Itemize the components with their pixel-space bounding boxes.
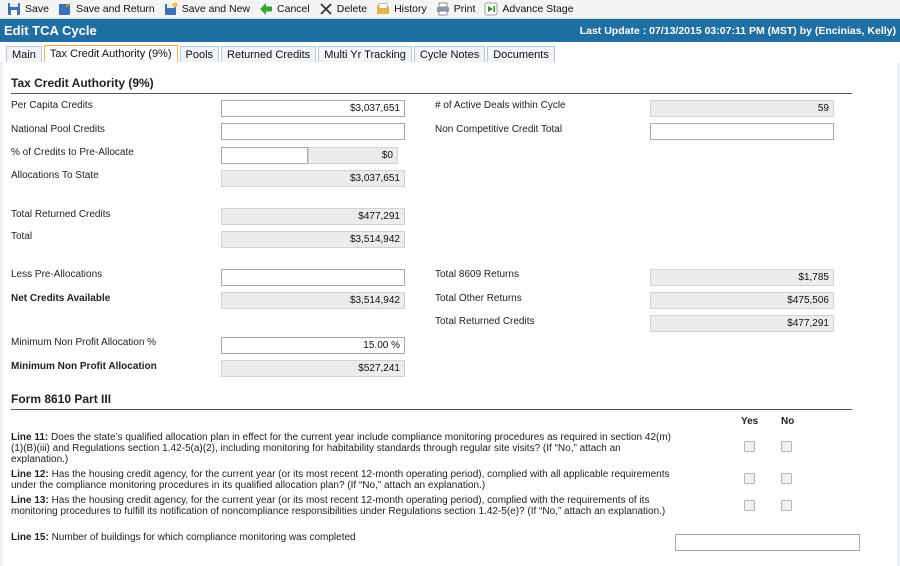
line12-text: Line 12: Has the housing credit agency, … <box>11 469 671 491</box>
forward-arrow-icon <box>484 2 498 16</box>
line15-question: Number of buildings for which compliance… <box>51 532 356 543</box>
floppy-disk-icon <box>7 2 21 16</box>
line15-text: Line 15: Number of buildings for which c… <box>11 532 671 543</box>
less-prealloc-input[interactable] <box>221 269 405 286</box>
min-np-label: Minimum Non Profit Allocation <box>11 361 157 372</box>
total-returned-right-label: Total Returned Credits <box>435 316 535 327</box>
form8610-section-title: Form 8610 Part III <box>11 392 112 406</box>
non-comp-input[interactable] <box>650 123 834 140</box>
line12-tag: Line 12: <box>11 469 49 480</box>
national-pool-label: National Pool Credits <box>11 124 105 135</box>
line15-tag: Line 15: <box>11 532 49 543</box>
tab-content: Tax Credit Authority (9%) Per Capita Cre… <box>0 62 900 566</box>
total-returned-label: Total Returned Credits <box>11 209 111 220</box>
x-icon <box>319 2 333 16</box>
line11-question: Does the state’s qualified allocation pl… <box>11 432 672 465</box>
line11-yes-checkbox[interactable] <box>744 441 755 452</box>
pct-preallocate-input[interactable] <box>221 147 308 164</box>
delete-button[interactable]: Delete <box>316 0 373 18</box>
save-button[interactable]: Save <box>4 0 55 18</box>
alloc-state-value: $3,037,651 <box>221 170 405 187</box>
printer-icon <box>436 2 450 16</box>
line11-no-checkbox[interactable] <box>781 441 792 452</box>
total-value: $3,514,942 <box>221 231 405 248</box>
tca-section-title: Tax Credit Authority (9%) <box>11 76 154 90</box>
pct-preallocate-amount: $0 <box>308 147 398 164</box>
advance-stage-button[interactable]: Advance Stage <box>481 0 579 18</box>
save-label: Save <box>25 3 49 15</box>
min-np-pct-label: Minimum Non Profit Allocation % <box>11 337 157 348</box>
line12-no-checkbox[interactable] <box>781 473 792 484</box>
page-header: Edit TCA Cycle Last Update : 07/13/2015 … <box>0 19 900 42</box>
tab-pools[interactable]: Pools <box>179 46 220 62</box>
total-8609-value: $1,785 <box>650 269 834 286</box>
save-new-icon <box>164 2 178 16</box>
section-divider-2 <box>11 409 852 410</box>
line11-tag: Line 11: <box>11 432 49 443</box>
cancel-label: Cancel <box>277 3 310 15</box>
page-title: Edit TCA Cycle <box>4 23 97 38</box>
national-pool-input[interactable] <box>221 123 405 140</box>
tab-tax-credit-authority[interactable]: Tax Credit Authority (9%) <box>43 45 178 63</box>
no-column-header: No <box>781 416 795 427</box>
active-deals-label: # of Active Deals within Cycle <box>435 100 566 111</box>
non-comp-label: Non Competitive Credit Total <box>435 124 563 135</box>
history-button[interactable]: History <box>373 0 433 18</box>
per-capita-label: Per Capita Credits <box>11 100 93 111</box>
line13-tag: Line 13: <box>11 495 49 506</box>
back-arrow-icon <box>259 2 273 16</box>
delete-label: Delete <box>336 3 368 15</box>
total-other-value: $475,506 <box>650 292 834 309</box>
line11-text: Line 11: Does the state’s qualified allo… <box>11 432 671 465</box>
net-available-label: Net Credits Available <box>11 293 111 304</box>
line12-yes-checkbox[interactable] <box>744 473 755 484</box>
min-np-pct-input[interactable] <box>221 337 405 354</box>
print-button[interactable]: Print <box>433 0 482 18</box>
tab-bar: Main Tax Credit Authority (9%) Pools Ret… <box>0 44 900 63</box>
tab-documents[interactable]: Documents <box>487 46 555 62</box>
history-label: History <box>394 3 427 15</box>
save-and-new-label: Save and New <box>181 3 251 15</box>
tab-multi-yr-tracking[interactable]: Multi Yr Tracking <box>318 46 412 62</box>
total-label: Total <box>11 231 33 242</box>
tab-returned-credits[interactable]: Returned Credits <box>221 46 317 62</box>
net-available-value: $3,514,942 <box>221 292 405 309</box>
save-return-icon <box>58 2 72 16</box>
folder-icon <box>376 2 390 16</box>
pct-preallocate-label: % of Credits to Pre-Allocate <box>11 147 134 158</box>
cancel-button[interactable]: Cancel <box>256 0 316 18</box>
line13-no-checkbox[interactable] <box>781 500 792 511</box>
yes-column-header: Yes <box>741 416 759 427</box>
total-8609-label: Total 8609 Returns <box>435 269 519 280</box>
alloc-state-label: Allocations To State <box>11 170 99 181</box>
save-and-new-button[interactable]: Save and New <box>161 0 256 18</box>
print-label: Print <box>453 3 476 15</box>
total-other-label: Total Other Returns <box>435 293 522 304</box>
line13-text: Line 13: Has the housing credit agency, … <box>11 495 671 517</box>
per-capita-input[interactable] <box>221 100 405 117</box>
line13-question: Has the housing credit agency, for the c… <box>11 495 666 517</box>
tab-main[interactable]: Main <box>6 46 42 62</box>
total-returned-right-value: $477,291 <box>650 315 834 332</box>
line15-input[interactable] <box>675 534 860 551</box>
line12-question: Has the housing credit agency, for the c… <box>11 469 670 491</box>
save-and-return-label: Save and Return <box>75 3 155 15</box>
tab-cycle-notes[interactable]: Cycle Notes <box>413 46 486 62</box>
line13-yes-checkbox[interactable] <box>744 500 755 511</box>
advance-stage-label: Advance Stage <box>502 3 574 15</box>
section-divider <box>11 93 852 94</box>
save-and-return-button[interactable]: Save and Return <box>55 0 161 18</box>
active-deals-value: 59 <box>650 100 834 117</box>
less-prealloc-label: Less Pre-Allocations <box>11 269 103 280</box>
total-returned-value: $477,291 <box>221 208 405 225</box>
last-update-text: Last Update : 07/13/2015 03:07:11 PM (MS… <box>579 24 896 37</box>
min-np-value: $527,241 <box>221 360 405 377</box>
toolbar: Save Save and Return Save and New Cancel… <box>0 0 900 19</box>
